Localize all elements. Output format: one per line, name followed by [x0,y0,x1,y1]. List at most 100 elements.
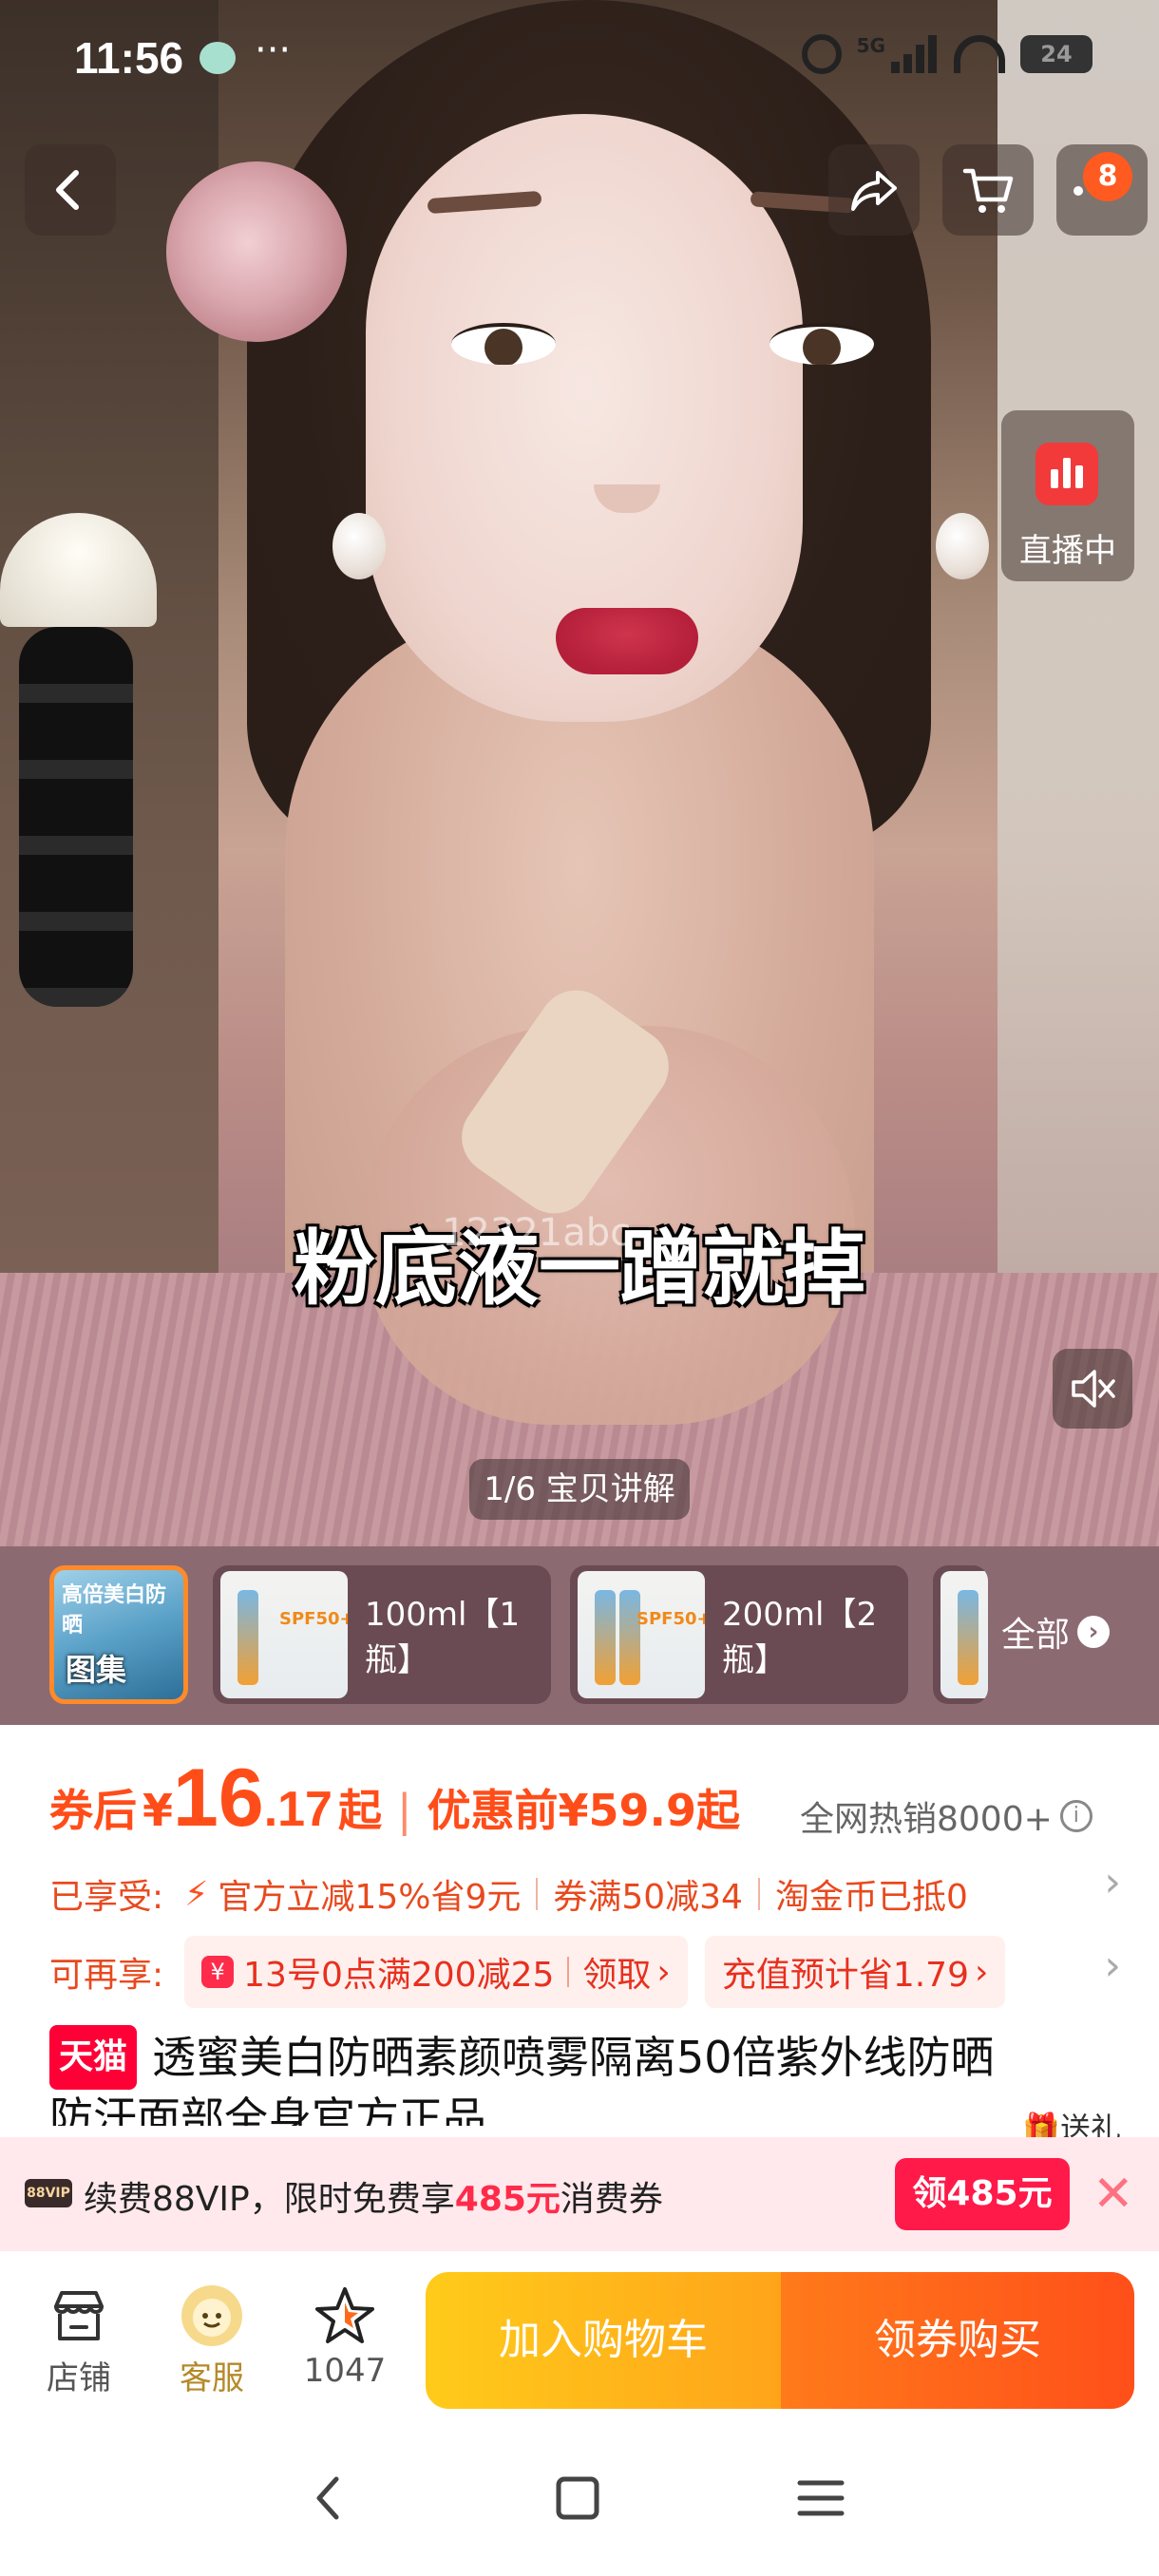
view-all-label: 全部 [1001,1616,1071,1655]
vip-text-suffix: 消费券 [560,2180,663,2219]
speaker-muted-icon [1072,1370,1115,1408]
hair-flower [166,161,347,342]
cart-icon [962,168,1014,213]
coupon-action: 领取 [582,1956,652,1995]
product-title-line1: 透蜜美白防晒素颜喷雾隔离50倍紫外线防晒 [152,2032,995,2083]
product-info: 券后 ¥ 16 .17 起 | 优惠前¥59.9起 全网热销8000+ i 已享… [0,1725,1159,2137]
sku-image: SPF50+ [220,1571,348,1698]
message-count-badge: 8 [1083,152,1132,201]
divider [536,1878,539,1910]
thumbnail-strip: 高倍美白防晒 图集 SPF50+ 100ml【1瓶】 SPF50+ 200ml【… [0,1546,1159,1725]
favorite-count: 1047 [303,2352,387,2390]
applied-discounts[interactable]: 已享受: ⚡ 官方立减15%省9元 券满50减34 淘金币已抵0 [49,1869,1094,1919]
bottom-action-bar: 店铺 客服 1047 加入购物车 领券购买 [0,2251,1159,2422]
gallery-caption: 高倍美白防晒 [62,1583,167,1638]
cart-button[interactable] [942,144,1034,236]
divider: | [396,1785,412,1836]
chevron-right-icon: › [1077,1616,1111,1648]
live-stream-button[interactable]: 直播中 [1001,410,1134,581]
price-suffix: 起 [337,1785,382,1836]
gift-icon: 🎁 [1022,2111,1060,2137]
coupon-text: 13号0点满200减25 [243,1956,555,1995]
favorite-button[interactable]: 1047 [293,2280,397,2390]
extra-offers: 可再享: ¥ 13号0点满200减25 领取 › 充值预计省1.79 › [49,1936,1022,2008]
store-button[interactable]: 店铺 [27,2280,131,2398]
gift-label: 送礼 [1059,2111,1121,2137]
add-to-cart-button[interactable]: 加入购物车 [426,2272,781,2409]
enjoyed-label: 已享受: [49,1878,164,1917]
alarm-icon [801,34,842,74]
sku-label: 100ml【1瓶】 [365,1596,521,1679]
bottle-shape [958,1590,978,1685]
view-all-button[interactable]: 全部 › [1001,1607,1111,1657]
chevron-right-icon: › [656,1952,671,1992]
hot-sales-label: 全网热销8000+ [800,1800,1053,1839]
price-decimal: .17 [263,1782,332,1837]
sku-option[interactable]: SPF50+ 100ml【1瓶】 [213,1565,551,1704]
original-price: 优惠前¥59.9起 [427,1785,740,1836]
earring [936,513,989,579]
back-button[interactable] [25,144,116,236]
recharge-offer-button[interactable]: 充值预计省1.79 › [704,1936,1006,2008]
live-icon [1036,443,1098,505]
sku-spf: SPF50+ [279,1609,348,1629]
price-row: 券后 ¥ 16 .17 起 | 优惠前¥59.9起 [49,1752,740,1846]
wifi-icon [954,35,1005,73]
customer-service-icon [181,2285,242,2346]
gallery-label: 图集 [66,1652,127,1688]
yen-icon: ¥ [201,1956,235,1988]
gallery-thumbnail[interactable]: 高倍美白防晒 图集 [49,1565,188,1704]
nav-back-icon[interactable] [300,2470,357,2527]
network-type: 5G [856,34,885,57]
service-label: 客服 [180,2359,244,2397]
sku-spf: SPF50+ [636,1609,705,1629]
vip-text-prefix: 续费88VIP，限时免费享 [84,2180,455,2219]
gift-button[interactable]: 🎁送礼 [1022,2105,1121,2137]
sku-label: 200ml【2瓶】 [722,1596,878,1679]
bottle-shape [595,1590,616,1685]
share-icon [851,171,897,211]
product-title: 天猫 透蜜美白防晒素颜喷雾隔离50倍紫外线防晒 [49,2025,1123,2090]
status-bar: 11:56 ··· 5G 24 [0,0,1159,114]
store-icon [54,2291,104,2340]
hot-sales[interactable]: 全网热销8000+ i [800,1791,1092,1841]
customer-service-button[interactable]: 客服 [160,2280,264,2398]
bottle-shape [619,1590,640,1685]
status-time: 11:56 [74,33,184,83]
model-eye [770,323,874,365]
more-notifications-icon: ··· [255,28,292,72]
product-title-line2: 防汗面部全身官方正品 [49,2093,486,2126]
chevron-right-icon[interactable]: › [1104,1941,1121,1990]
discount-item: 官方立减15%省9元 [218,1878,522,1917]
media-counter: 1/6 宝贝讲解 [469,1459,690,1520]
nav-menu-icon[interactable] [792,2470,849,2527]
vip-banner[interactable]: 88VIP 续费88VIP，限时免费享485元消费券 领485元 ✕ [0,2137,1159,2251]
sku-option-partial[interactable] [933,1565,988,1704]
sku-option[interactable]: SPF50+ 200ml【2瓶】 [570,1565,908,1704]
nav-home-icon[interactable] [549,2470,606,2527]
bottle-shape [238,1590,258,1685]
currency-symbol: ¥ [142,1785,174,1836]
sku-image [940,1571,988,1698]
claim-coupon-button[interactable]: ¥ 13号0点满200减25 领取 › [184,1936,688,2008]
earring [332,513,386,579]
system-navigation-bar [0,2422,1159,2576]
buy-with-coupon-button[interactable]: 领券购买 [781,2272,1134,2409]
vip-highlight: 485元 [454,2180,560,2219]
more-offers-label: 可再享: [49,1956,164,1995]
lamp-image [0,513,166,1007]
claim-vip-coupon-button[interactable]: 领485元 [895,2158,1070,2230]
share-button[interactable] [828,144,920,236]
battery-icon: 24 [1020,35,1092,73]
after-coupon-label: 券后 [49,1785,137,1836]
more-dot-icon [1074,186,1083,196]
star-icon [315,2287,374,2343]
close-icon[interactable]: ✕ [1092,2166,1134,2223]
mute-button[interactable] [1053,1349,1132,1429]
divider [757,1878,760,1910]
tmall-badge: 天猫 [49,2025,138,2090]
sku-image: SPF50+ [578,1571,705,1698]
chat-notification-icon [200,42,236,74]
video-watermark: 12321abc [442,1211,632,1255]
chevron-right-icon[interactable]: › [1104,1858,1121,1906]
